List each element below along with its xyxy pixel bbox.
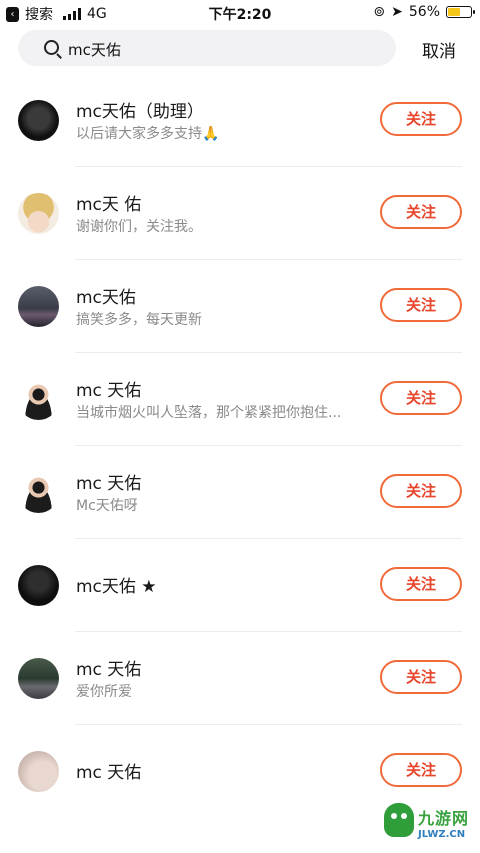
search-input[interactable]: mc天佑 [18, 30, 396, 66]
list-item[interactable]: mc天 佑 谢谢你们，关注我。 关注 [0, 167, 480, 260]
list-item[interactable]: mc天佑 ★ 关注 [0, 539, 480, 632]
avatar[interactable] [18, 100, 59, 141]
avatar[interactable] [18, 658, 59, 699]
user-name: mc天 佑 [76, 195, 142, 215]
follow-button[interactable]: 关注 [380, 474, 462, 508]
follow-button[interactable]: 关注 [380, 381, 462, 415]
list-item[interactable]: mc天佑（助理） 以后请大家多多支持🙏 关注 [0, 74, 480, 167]
frog-logo-icon [384, 803, 414, 837]
location-arrow-icon: ➤ [391, 4, 403, 20]
follow-button[interactable]: 关注 [380, 567, 462, 601]
battery-percent: 56% [408, 4, 440, 20]
avatar[interactable] [18, 472, 59, 513]
battery-icon [446, 6, 475, 18]
avatar[interactable] [18, 751, 59, 792]
follow-button[interactable]: 关注 [380, 753, 462, 787]
follow-button[interactable]: 关注 [380, 195, 462, 229]
status-bar: ‹ 搜索 4G 下午2:20 ⊚ ➤ 56% [0, 0, 480, 26]
user-bio: 爱你所爱 [76, 684, 132, 700]
search-row: mc天佑 取消 [0, 30, 480, 68]
user-name: mc天佑（助理） [76, 102, 204, 122]
user-bio: Mc天佑呀 [76, 498, 138, 514]
user-name: mc天佑 [76, 288, 136, 308]
user-name: mc 天佑 [76, 660, 142, 680]
follow-button[interactable]: 关注 [380, 660, 462, 694]
watermark-text: 九游网 [418, 809, 470, 828]
user-bio: 当城市烟火叫人坠落，那个紧紧把你抱住... [76, 405, 342, 421]
avatar[interactable] [18, 379, 59, 420]
user-name: mc 天佑 [76, 763, 142, 783]
cancel-button[interactable]: 取消 [422, 37, 456, 62]
battery-fill [448, 8, 461, 16]
follow-button[interactable]: 关注 [380, 102, 462, 136]
list-item[interactable]: mc天佑 搞笑多多，每天更新 关注 [0, 260, 480, 353]
user-bio: 谢谢你们，关注我。 [76, 219, 202, 235]
user-name: mc 天佑 [76, 381, 142, 401]
avatar[interactable] [18, 286, 59, 327]
watermark-logo: 九游网 JLWZ.CN [382, 799, 474, 849]
search-query[interactable]: mc天佑 [68, 39, 121, 60]
avatar[interactable] [18, 565, 59, 606]
user-name: mc 天佑 [76, 474, 142, 494]
search-icon [44, 40, 59, 55]
user-bio: 搞笑多多，每天更新 [76, 312, 202, 328]
follow-button[interactable]: 关注 [380, 288, 462, 322]
list-item[interactable]: mc 天佑 Mc天佑呀 关注 [0, 446, 480, 539]
list-item[interactable]: mc 天佑 爱你所爱 关注 [0, 632, 480, 725]
user-bio: 以后请大家多多支持🙏 [76, 126, 220, 142]
avatar[interactable] [18, 193, 59, 234]
results-list: mc天佑（助理） 以后请大家多多支持🙏 关注 mc天 佑 谢谢你们，关注我。 关… [0, 74, 480, 818]
list-item[interactable]: mc 天佑 当城市烟火叫人坠落，那个紧紧把你抱住... 关注 [0, 353, 480, 446]
rotation-lock-icon: ⊚ [373, 4, 386, 20]
user-name: mc天佑 ★ [76, 577, 157, 597]
watermark-url: JLWZ.CN [418, 829, 466, 840]
